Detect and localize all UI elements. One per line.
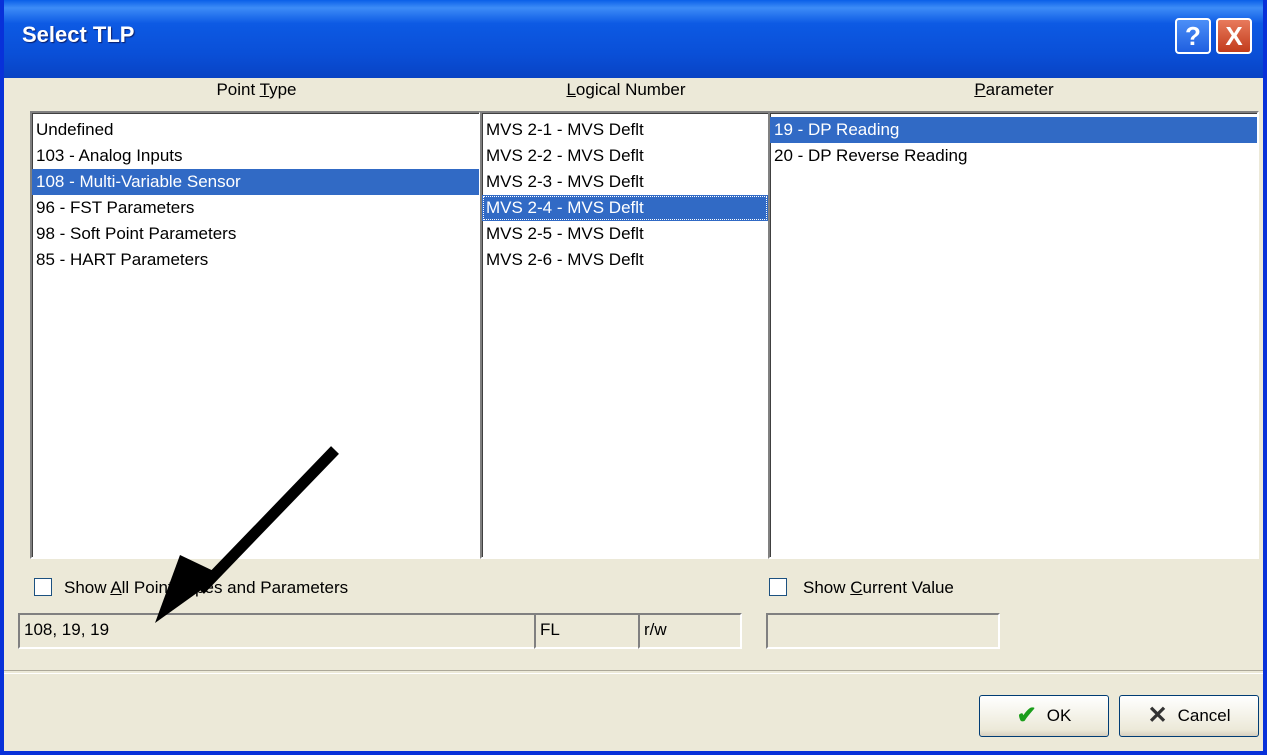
logical-number-item[interactable]: MVS 2-2 - MVS Deflt	[482, 143, 768, 169]
cancel-button[interactable]: ✕ Cancel	[1119, 695, 1259, 737]
current-value-field	[766, 613, 1000, 649]
logical-number-item[interactable]: MVS 2-3 - MVS Deflt	[482, 169, 768, 195]
logical-number-list[interactable]: MVS 2-1 - MVS Deflt MVS 2-2 - MVS Deflt MV…	[480, 111, 770, 559]
annotation-arrow-icon	[155, 446, 339, 623]
point-type-item[interactable]: 108 - Multi-Variable Sensor	[32, 169, 479, 195]
select-tlp-dialog: Select TLP ? X Point Type Logical Number…	[0, 0, 1267, 755]
logical-number-item[interactable]: MVS 2-4 - MVS Deflt	[482, 195, 768, 221]
show-current-value-label[interactable]: Show Current Value	[803, 578, 954, 598]
show-all-checkbox[interactable]	[34, 578, 52, 596]
ok-button[interactable]: ✔ OK	[979, 695, 1109, 737]
logical-number-item[interactable]: MVS 2-6 - MVS Deflt	[482, 247, 768, 273]
parameter-item[interactable]: 19 - DP Reading	[770, 117, 1257, 143]
logical-number-item[interactable]: MVS 2-5 - MVS Deflt	[482, 221, 768, 247]
point-type-item[interactable]: 85 - HART Parameters	[32, 247, 479, 273]
x-icon: ✕	[1147, 702, 1168, 729]
cancel-label: Cancel	[1177, 706, 1231, 725]
parameter-list[interactable]: 19 - DP Reading 20 - DP Reverse Reading	[768, 111, 1259, 559]
close-button[interactable]: X	[1216, 18, 1252, 54]
logical-number-header: Logical Number	[566, 80, 686, 99]
point-type-item[interactable]: 96 - FST Parameters	[32, 195, 479, 221]
title-bar[interactable]: Select TLP ? X	[4, 0, 1263, 78]
parameter-item[interactable]: 20 - DP Reverse Reading	[770, 143, 1257, 169]
logical-number-item[interactable]: MVS 2-1 - MVS Deflt	[482, 117, 768, 143]
help-button[interactable]: ?	[1175, 18, 1211, 54]
parameter-header: Parameter	[974, 80, 1054, 99]
show-current-value-checkbox[interactable]	[769, 578, 787, 596]
ok-label: OK	[1046, 706, 1072, 725]
point-type-item[interactable]: Undefined	[32, 117, 479, 143]
point-type-header: Point Type	[216, 80, 297, 99]
window-title: Select TLP	[22, 22, 135, 47]
check-icon: ✔	[1016, 702, 1037, 729]
data-type-field: FL	[534, 613, 640, 649]
footer-separator	[4, 670, 1263, 674]
point-type-item[interactable]: 98 - Soft Point Parameters	[32, 221, 479, 247]
access-field: r/w	[638, 613, 742, 649]
point-type-item[interactable]: 103 - Analog Inputs	[32, 143, 479, 169]
